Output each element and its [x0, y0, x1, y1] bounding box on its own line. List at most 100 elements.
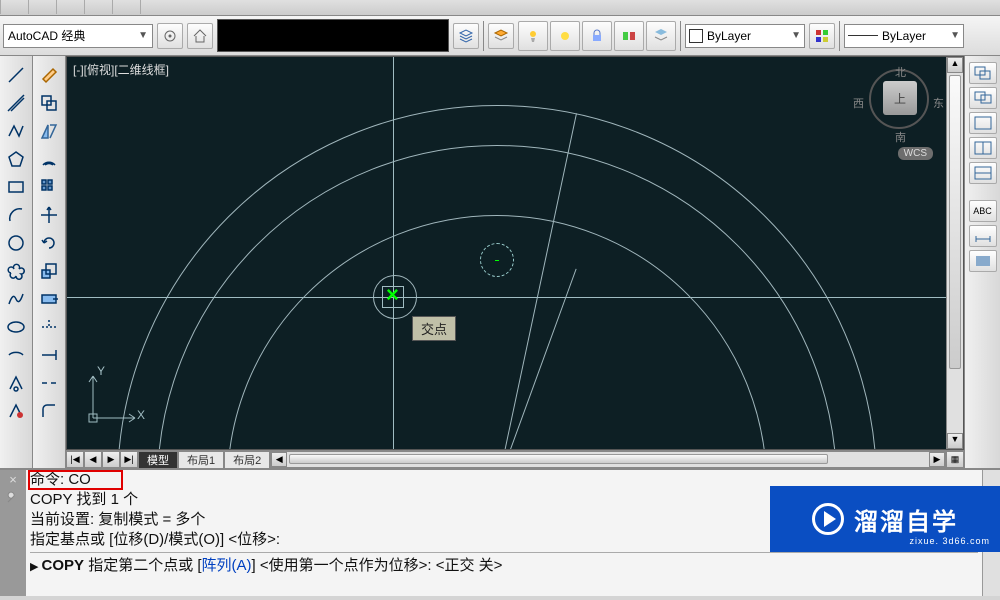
viewcube-north: 北	[895, 64, 906, 80]
tab-prev-button[interactable]: ◀	[84, 451, 102, 468]
model-tab-row: |◀ ◀ ▶ ▶| 模型 布局1 布局2 ◀ ▶ ▦	[66, 450, 964, 468]
layout-quick-button[interactable]: ▦	[946, 451, 964, 468]
rectangle-tool[interactable]	[3, 174, 29, 200]
cmd-prompt-icon	[30, 557, 42, 574]
horizontal-scrollbar[interactable]: ◀ ▶	[270, 451, 946, 468]
viewcube-top-face[interactable]: 上	[883, 81, 917, 115]
arc-tool[interactable]	[3, 202, 29, 228]
scroll-down-button[interactable]: ▼	[947, 433, 963, 449]
viewport-poly-button[interactable]	[969, 137, 997, 159]
hscroll-right-button[interactable]: ▶	[929, 452, 945, 467]
cmd-line-5c[interactable]: 阵列(A)	[202, 557, 252, 574]
layer-color-button[interactable]	[614, 21, 644, 51]
snap-marker-icon: ×	[386, 282, 399, 308]
layer-state-dropdown[interactable]	[217, 19, 449, 52]
main-area: [-][俯视][二维线框] × 交点 X Y	[0, 56, 1000, 468]
copy-tool[interactable]	[36, 90, 62, 116]
chevron-down-icon: ▼	[791, 30, 801, 41]
lineweight-preview-icon	[848, 35, 878, 36]
vertical-scrollbar[interactable]: ▲ ▼	[946, 57, 963, 449]
viewport-label[interactable]: [-][俯视][二维线框]	[73, 61, 169, 78]
tab-next-button[interactable]: ▶	[102, 451, 120, 468]
hscroll-thumb[interactable]	[289, 454, 828, 464]
color-swatch-icon	[689, 29, 703, 43]
render-button[interactable]	[969, 250, 997, 272]
wrench-icon[interactable]	[5, 489, 21, 505]
ucs-icon: X Y	[85, 366, 145, 431]
layer-properties-button[interactable]	[488, 23, 514, 49]
stretch-tool[interactable]	[36, 286, 62, 312]
scale-tool[interactable]	[36, 258, 62, 284]
make-block-tool[interactable]	[3, 398, 29, 424]
circle-tool[interactable]	[3, 230, 29, 256]
wcs-badge[interactable]: WCS	[898, 147, 933, 160]
highlight-box	[28, 470, 123, 490]
layer-match-button[interactable]	[646, 21, 676, 51]
construction-line-tool[interactable]	[3, 90, 29, 116]
draw-toolbar	[0, 56, 33, 468]
scroll-up-button[interactable]: ▲	[947, 57, 963, 73]
drawing-area-wrapper: [-][俯视][二维线框] × 交点 X Y	[66, 56, 964, 468]
viewcube-west: 西	[853, 95, 864, 111]
color-dropdown[interactable]: ByLayer ▼	[685, 24, 805, 48]
fillet-tool[interactable]	[36, 398, 62, 424]
polygon-tool[interactable]	[3, 146, 29, 172]
layer-manager-button[interactable]	[453, 23, 479, 49]
command-bar-handle[interactable]: ×	[0, 470, 26, 596]
tab-first-button[interactable]: |◀	[66, 451, 84, 468]
ucs-y-label: Y	[97, 364, 105, 378]
layer-on-button[interactable]	[518, 21, 548, 51]
revision-cloud-tool[interactable]	[3, 258, 29, 284]
home-button[interactable]	[187, 23, 213, 49]
window-tile-button[interactable]	[969, 62, 997, 84]
cmd-line-5b: 指定第二个点或 [	[84, 557, 202, 574]
ellipse-arc-tool[interactable]	[3, 342, 29, 368]
rotate-tool[interactable]	[36, 230, 62, 256]
watermark-title: 溜溜自学	[854, 502, 958, 537]
tab-layout1[interactable]: 布局1	[178, 451, 224, 468]
insert-block-tool[interactable]	[3, 370, 29, 396]
dimension-style-button[interactable]	[969, 225, 997, 247]
crosshair-vertical	[393, 57, 394, 449]
viewport-clip-button[interactable]	[969, 162, 997, 184]
crosshair-horizontal	[67, 297, 963, 298]
move-tool[interactable]	[36, 202, 62, 228]
workspace-settings-button[interactable]	[157, 23, 183, 49]
erase-tool[interactable]	[36, 62, 62, 88]
chevron-down-icon: ▼	[138, 30, 148, 41]
viewcube[interactable]: 北 南 东 西 上	[855, 67, 945, 101]
text-style-button[interactable]: ABC	[969, 200, 997, 222]
play-icon	[812, 503, 844, 535]
lineweight-dropdown[interactable]: ByLayer ▼	[844, 24, 964, 48]
line-tool[interactable]	[3, 62, 29, 88]
viewport-single-button[interactable]	[969, 112, 997, 134]
array-tool[interactable]	[36, 174, 62, 200]
workspace-dropdown[interactable]: AutoCAD 经典 ▼	[3, 24, 153, 48]
offset-tool[interactable]	[36, 146, 62, 172]
workspace-toolbar: AutoCAD 经典 ▼ ByLayer ▼ ByLayer ▼	[0, 16, 1000, 56]
color-label: ByLayer	[707, 29, 751, 43]
ellipse-tool[interactable]	[3, 314, 29, 340]
cmd-line-5a: COPY	[42, 557, 85, 574]
mirror-tool[interactable]	[36, 118, 62, 144]
modify-toolbar	[33, 56, 66, 468]
hscroll-left-button[interactable]: ◀	[271, 452, 287, 467]
color-picker-button[interactable]	[809, 23, 835, 49]
titlebar-strip	[0, 0, 1000, 16]
layer-lock-button[interactable]	[582, 21, 612, 51]
tab-last-button[interactable]: ▶|	[120, 451, 138, 468]
spline-tool[interactable]	[3, 286, 29, 312]
drawing-canvas[interactable]: [-][俯视][二维线框] × 交点 X Y	[66, 56, 964, 450]
layer-freeze-button[interactable]	[550, 21, 580, 51]
chevron-down-icon: ▼	[950, 30, 960, 41]
scroll-thumb[interactable]	[949, 75, 961, 369]
tab-model[interactable]: 模型	[138, 451, 178, 468]
trim-tool[interactable]	[36, 314, 62, 340]
tab-layout2[interactable]: 布局2	[224, 451, 270, 468]
extend-tool[interactable]	[36, 342, 62, 368]
workspace-name: AutoCAD 经典	[8, 27, 85, 44]
break-tool[interactable]	[36, 370, 62, 396]
close-icon[interactable]: ×	[9, 472, 17, 487]
polyline-tool[interactable]	[3, 118, 29, 144]
window-cascade-button[interactable]	[969, 87, 997, 109]
